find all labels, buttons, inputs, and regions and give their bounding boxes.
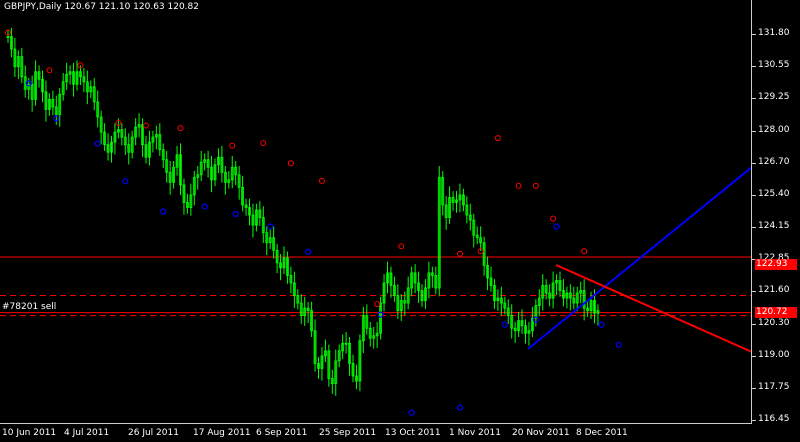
price-tick-mark	[752, 323, 756, 325]
time-tick-label: 10 Jun 2011	[2, 428, 57, 438]
fractal-down-marker	[160, 208, 167, 215]
price-tick-label: 126.70	[758, 156, 790, 167]
price-tick-label: 129.25	[758, 92, 790, 103]
time-axis: 10 Jun 2011 4 Jul 2011 26 Jul 2011 17 Aug 2…	[0, 424, 752, 442]
price-tick-mark	[752, 130, 756, 132]
fractal-down-marker	[598, 321, 605, 328]
fractal-up-marker	[515, 182, 522, 189]
fractal-down-marker	[94, 140, 101, 147]
price-tick-mark	[752, 291, 756, 293]
fractal-up-marker	[229, 142, 236, 149]
price-tick-label: 131.80	[758, 28, 790, 38]
fractal-up-marker	[532, 182, 539, 189]
fractal-up-marker	[374, 301, 381, 308]
price-tick-label: 124.15	[758, 221, 790, 231]
price-tick-label: 121.60	[758, 285, 790, 296]
fractal-down-marker	[267, 223, 274, 230]
fractal-down-marker	[501, 321, 508, 328]
price-tick-label: 128.00	[758, 124, 790, 135]
chart-window[interactable]: GBPJPY,Daily 120.67 121.10 120.63 120.82…	[0, 0, 800, 442]
price-tick-label: 120.30	[758, 317, 790, 328]
fractal-down-marker	[122, 178, 129, 185]
price-chart-plot[interactable]: GBPJPY,Daily 120.67 121.10 120.63 120.82…	[0, 0, 752, 424]
price-tick-mark	[752, 387, 756, 389]
fractal-up-marker	[494, 135, 501, 142]
price-tick-label: 119.00	[758, 349, 790, 360]
fractal-up-marker	[581, 248, 588, 255]
time-tick-label: 1 Nov 2011	[449, 428, 501, 438]
time-tick-label: 6 Sep 2011	[256, 428, 308, 438]
chart-title: GBPJPY,Daily 120.67 121.10 120.63 120.82	[4, 2, 199, 12]
price-tick-mark	[752, 194, 756, 196]
time-tick-label: 4 Jul 2011	[64, 428, 110, 438]
price-tick-mark	[752, 34, 756, 35]
time-tick-label: 17 Aug 2011	[193, 428, 251, 438]
time-tick-label: 26 Jul 2011	[128, 428, 179, 438]
time-tick-label: 13 Oct 2011	[385, 428, 441, 438]
time-tick-label: 20 Nov 2011	[512, 428, 570, 438]
fractal-up-marker	[318, 177, 325, 184]
trendline-down	[555, 264, 751, 353]
chart-svg	[0, 27, 751, 416]
fractal-down-marker	[615, 341, 622, 348]
time-tick-label: 25 Sep 2011	[319, 428, 377, 438]
fractal-down-marker	[232, 210, 239, 218]
price-tick-mark	[752, 420, 756, 421]
price-tick-mark	[752, 162, 756, 164]
price-tick-mark	[752, 227, 756, 228]
fractal-down-marker	[201, 203, 208, 210]
price-tick-label: 117.75	[758, 381, 790, 392]
fractal-up-marker	[287, 160, 294, 167]
fractal-up-marker	[46, 67, 53, 74]
level-label-top: 122.93	[755, 259, 797, 270]
fractal-down-marker	[408, 409, 415, 416]
price-axis: 131.80 130.55 129.25 128.00 126.70 125.40 124.…	[752, 0, 800, 424]
fractal-up-marker	[550, 215, 557, 222]
price-tick-label: 130.55	[758, 60, 790, 71]
fractal-up-marker	[260, 140, 267, 147]
fractal-up-marker	[398, 243, 405, 250]
fractal-up-marker	[177, 125, 184, 132]
level-label-bottom: 120.72	[755, 307, 797, 318]
price-tick-label: 125.40	[758, 188, 790, 199]
price-tick-mark	[752, 355, 756, 357]
price-tick-label: 116.45	[758, 414, 790, 424]
trendline-up	[527, 166, 751, 350]
time-tick-label: 8 Dec 2011	[576, 428, 628, 438]
price-tick-mark	[752, 66, 756, 68]
fractal-down-marker	[305, 248, 312, 255]
fractal-up-marker	[456, 250, 463, 257]
fractal-up-marker	[143, 122, 149, 129]
fractal-down-marker	[456, 404, 464, 411]
price-tick-mark	[752, 98, 756, 100]
fractal-down-marker	[553, 223, 560, 230]
order-label: #78201 sell	[2, 302, 57, 312]
